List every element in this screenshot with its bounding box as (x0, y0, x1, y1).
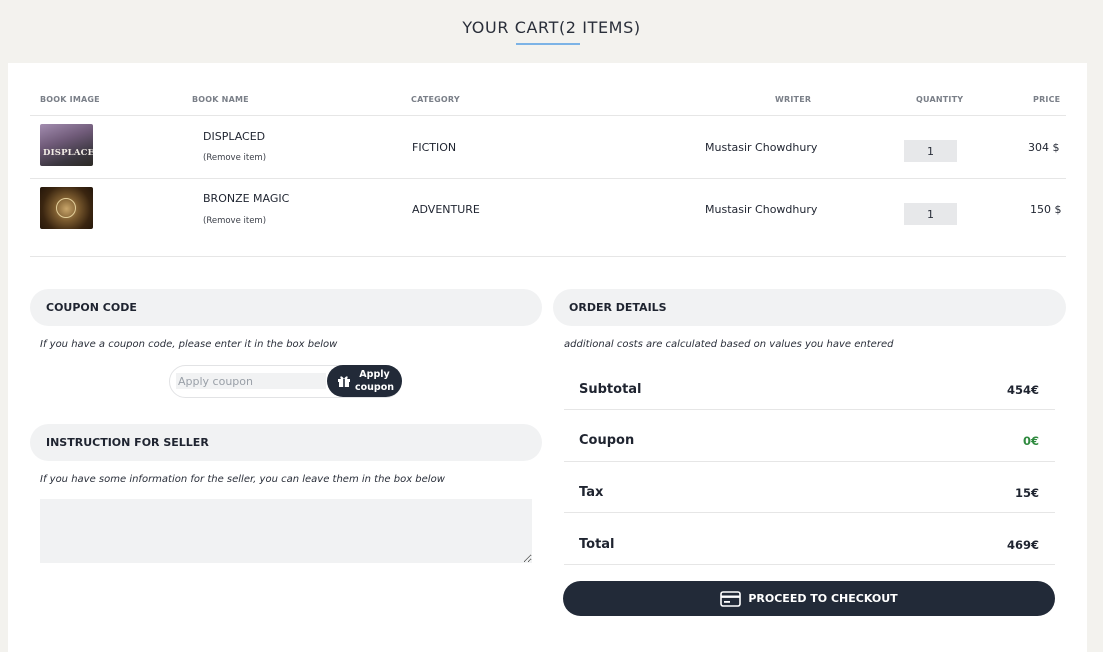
checkout-label: PROCEED TO CHECKOUT (748, 592, 898, 605)
quantity-input[interactable] (904, 203, 957, 225)
seller-instructions-heading: INSTRUCTION FOR SELLER (30, 424, 542, 461)
book-cover-title: DISPLACED (43, 148, 93, 158)
subtotal-label: Subtotal (579, 382, 642, 397)
coupon-heading: COUPON CODE (30, 289, 542, 326)
col-header-writer: WRITER (775, 95, 812, 104)
col-header-category: CATEGORY (411, 95, 460, 104)
table-divider (30, 115, 1066, 116)
book-cover-image: DISPLACED (40, 124, 93, 166)
remove-item-link[interactable]: (Remove item) (203, 153, 266, 163)
apply-coupon-button[interactable]: Apply coupon (327, 365, 402, 397)
total-label: Total (579, 537, 615, 552)
book-category: ADVENTURE (412, 203, 480, 216)
subtotal-value: 454€ (1006, 383, 1039, 397)
book-price: 304 $ (1028, 141, 1060, 154)
col-header-book-name: BOOK NAME (192, 95, 249, 104)
proceed-to-checkout-button[interactable]: PROCEED TO CHECKOUT (563, 581, 1055, 616)
book-name: DISPLACED (203, 130, 266, 143)
seller-instructions-hint: If you have some information for the sel… (40, 474, 445, 485)
seller-instructions-textarea[interactable] (40, 499, 532, 563)
tax-value: 15€ (1014, 486, 1039, 500)
order-details-hint: additional costs are calculated based on… (564, 339, 894, 350)
book-writer: Mustasir Chowdhury (705, 141, 818, 154)
credit-card-icon (720, 590, 742, 607)
order-divider (564, 409, 1055, 410)
table-bottom-divider (30, 256, 1066, 257)
remove-item-link[interactable]: (Remove item) (203, 216, 266, 226)
book-price: 150 $ (1030, 203, 1062, 216)
coupon-discount-value: 0€ (1022, 434, 1039, 448)
col-header-book-image: BOOK IMAGE (40, 95, 100, 104)
gift-icon (338, 376, 350, 387)
book-name: BRONZE MAGIC (203, 192, 290, 205)
coupon-hint: If you have a coupon code, please enter … (40, 339, 338, 350)
col-header-quantity: QUANTITY (916, 95, 964, 104)
tax-label: Tax (579, 485, 604, 500)
book-category: FICTION (412, 141, 457, 154)
order-divider (564, 564, 1055, 565)
quantity-input[interactable] (904, 140, 957, 162)
book-cover-emblem (56, 198, 76, 218)
col-header-price: PRICE (1033, 95, 1061, 104)
table-divider (30, 178, 1066, 179)
order-divider (564, 461, 1055, 462)
book-writer: Mustasir Chowdhury (705, 203, 818, 216)
coupon-input[interactable] (176, 373, 326, 389)
book-cover-image (40, 187, 93, 229)
page-title: YOUR CART(2 ITEMS) (462, 18, 641, 37)
title-underline (516, 43, 580, 45)
apply-coupon-label: Apply coupon (355, 369, 395, 393)
coupon-discount-label: Coupon (579, 433, 635, 448)
total-value: 469€ (1006, 538, 1039, 552)
order-details-heading: ORDER DETAILS (553, 289, 1066, 326)
order-divider (564, 512, 1055, 513)
